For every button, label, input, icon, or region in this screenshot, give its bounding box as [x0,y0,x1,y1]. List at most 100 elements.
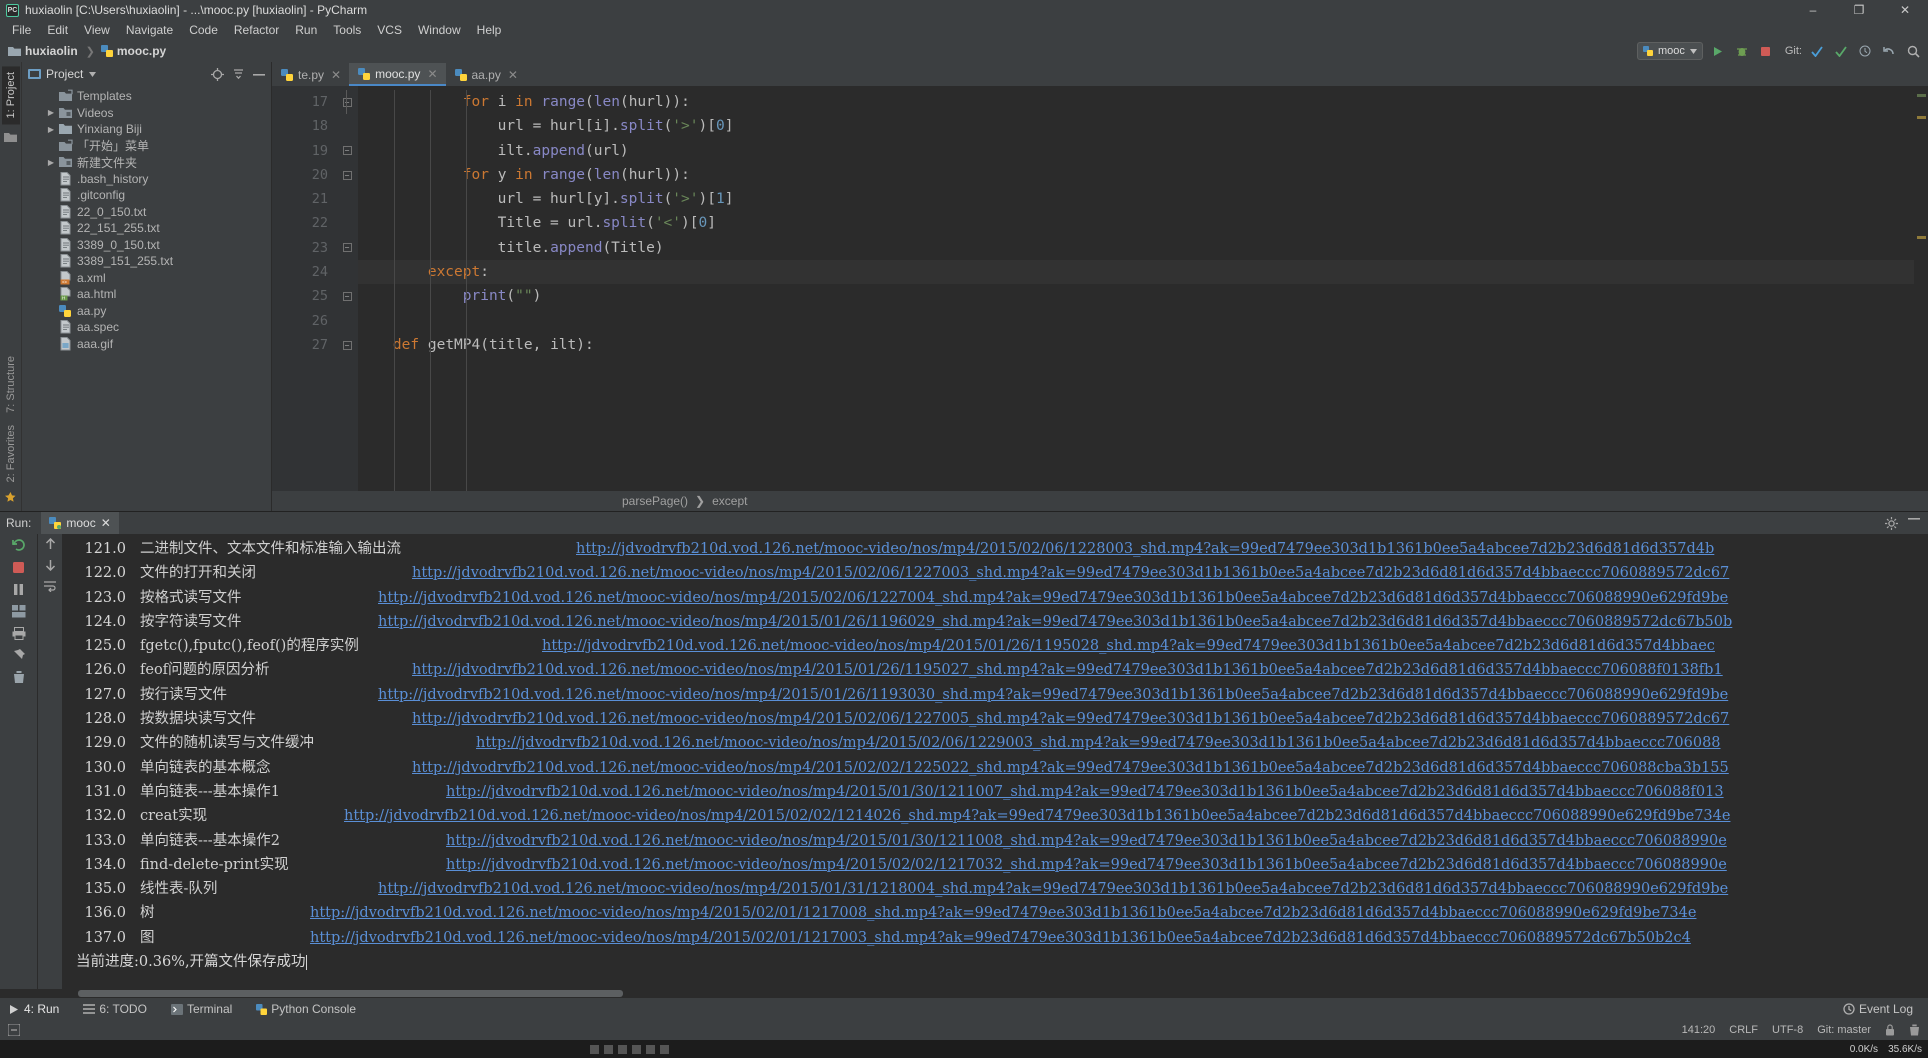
project-file-tree[interactable]: Templates ▶ Videos ▶ Yinxiang Biji 「开始」菜单 ▶ 新建文… [22,86,271,511]
editor-marker-column[interactable] [1914,86,1928,491]
run-button[interactable] [1709,42,1727,60]
line-separator[interactable]: CRLF [1729,1024,1758,1036]
close-icon[interactable]: ✕ [427,67,437,81]
run-tab-mooc[interactable]: mooc ✕ [41,512,119,534]
row-url-link[interactable]: http://jdvodrvfb210d.vod.126.net/mooc-vi… [446,829,1727,853]
code-line[interactable]: Title = url.split('<')[0] [358,211,1914,235]
console-horizontal-scrollbar[interactable] [0,989,1928,998]
status-icon[interactable] [8,1024,20,1036]
row-url-link[interactable]: http://jdvodrvfb210d.vod.126.net/mooc-vi… [412,756,1729,780]
code-folding-column[interactable]: −−−−−− [336,86,358,491]
row-url-link[interactable]: http://jdvodrvfb210d.vod.126.net/mooc-vi… [378,683,1728,707]
taskbar-app-icon[interactable] [618,1044,628,1054]
tree-item-yinxiang-biji[interactable]: ▶ Yinxiang Biji [22,121,271,138]
menu-help[interactable]: Help [469,21,510,39]
code-content[interactable]: for i in range(len(hurl)): url = hurl[i]… [358,86,1914,491]
code-editor[interactable]: 1718192021222324252627 −−−−−− for i in r… [272,86,1928,491]
menu-code[interactable]: Code [181,21,226,39]
fold-marker[interactable]: − [336,163,358,187]
debug-button[interactable] [1733,42,1751,60]
row-url-link[interactable]: http://jdvodrvfb210d.vod.126.net/mooc-vi… [412,561,1729,585]
row-url-link[interactable]: http://jdvodrvfb210d.vod.126.net/mooc-vi… [378,586,1728,610]
editor-tab-bar[interactable]: te.py ✕ mooc.py ✕ aa.py ✕ [272,62,1928,86]
tree-item-aa-spec[interactable]: aa.spec [22,319,271,336]
code-line[interactable]: for y in range(len(hurl)): [358,163,1914,187]
menu-file[interactable]: File [4,21,39,39]
tree-item-a-xml[interactable]: <> a.xml [22,270,271,287]
fold-marker[interactable]: − [336,333,358,357]
taskbar-app-icon[interactable] [632,1044,642,1054]
breadcrumb-function[interactable]: parsePage() [622,494,688,508]
sidebar-item-favorites[interactable]: 2: Favorites [3,419,19,488]
row-url-link[interactable]: http://jdvodrvfb210d.vod.126.net/mooc-vi… [378,610,1732,634]
code-line[interactable]: ilt.append(url) [358,139,1914,163]
code-line[interactable]: print("") [358,284,1914,308]
menu-tools[interactable]: Tools [325,21,369,39]
code-line[interactable]: title.append(Title) [358,236,1914,260]
row-url-link[interactable]: http://jdvodrvfb210d.vod.126.net/mooc-vi… [446,853,1727,877]
menu-refactor[interactable]: Refactor [226,21,287,39]
breadcrumb-block[interactable]: except [712,494,747,508]
pause-icon[interactable] [12,583,25,596]
row-url-link[interactable]: http://jdvodrvfb210d.vod.126.net/mooc-vi… [576,537,1714,561]
collapse-all-icon[interactable] [232,68,245,80]
menu-run[interactable]: Run [287,21,325,39]
code-line[interactable]: for i in range(len(hurl)): [358,90,1914,114]
tree-item-3389-0-150-txt[interactable]: 3389_0_150.txt [22,237,271,254]
tool-window-terminal[interactable]: Terminal [166,1002,237,1016]
row-url-link[interactable]: http://jdvodrvfb210d.vod.126.net/mooc-vi… [310,901,1696,925]
fold-marker[interactable]: − [336,139,358,163]
breadcrumb-project[interactable]: huxiaolin [8,44,78,58]
rerun-icon[interactable] [11,538,26,552]
structure-folder-icon[interactable] [4,132,17,143]
sidebar-item-structure[interactable]: 7: Structure [3,350,19,419]
run-configuration-selector[interactable]: mooc [1636,42,1703,60]
row-url-link[interactable]: http://jdvodrvfb210d.vod.126.net/mooc-vi… [378,877,1728,901]
breadcrumb-file[interactable]: mooc.py [100,44,166,58]
hide-panel-icon[interactable] [1908,517,1920,530]
event-log-button[interactable]: Event Log [1838,1002,1918,1016]
trash-icon[interactable] [1909,1024,1920,1036]
menu-vcs[interactable]: VCS [369,21,410,39]
tree-item--bash-history[interactable]: .bash_history [22,171,271,188]
search-icon[interactable] [1904,42,1922,60]
row-url-link[interactable]: http://jdvodrvfb210d.vod.126.net/mooc-vi… [310,926,1691,950]
tree-item------[interactable]: ▶ 新建文件夹 [22,154,271,171]
expand-arrow-icon[interactable]: ▶ [44,125,58,134]
lock-icon[interactable] [1885,1024,1895,1036]
tree-item-22-151-255-txt[interactable]: 22_151_255.txt [22,220,271,237]
tree-item--gitconfig[interactable]: .gitconfig [22,187,271,204]
code-line[interactable]: url = hurl[i].split('>')[0] [358,114,1914,138]
editor-tab-mooc-py[interactable]: mooc.py ✕ [349,63,446,86]
settings-gear-icon[interactable] [1885,516,1898,530]
menu-navigate[interactable]: Navigate [118,21,181,39]
file-encoding[interactable]: UTF-8 [1772,1024,1803,1036]
menu-window[interactable]: Window [410,21,469,39]
expand-arrow-icon[interactable]: ▶ [44,158,58,167]
print-icon[interactable] [12,627,26,640]
row-url-link[interactable]: http://jdvodrvfb210d.vod.126.net/mooc-vi… [412,707,1729,731]
tree-item-aaa-gif[interactable]: aaa.gif [22,336,271,353]
caret-position[interactable]: 141:20 [1682,1024,1716,1036]
tree-item-3389-151-255-txt[interactable]: 3389_151_255.txt [22,253,271,270]
run-console-output[interactable]: 121.0 二进制文件、文本文件和标准输入输出流 http://jdvodrvfb2… [62,534,1928,989]
stop-icon[interactable] [12,561,25,574]
menu-view[interactable]: View [76,21,118,39]
code-line[interactable]: def getMP4(title, ilt): [358,333,1914,357]
tool-window-todo[interactable]: 6: TODO [78,1002,152,1016]
code-line[interactable]: except: [358,260,1914,285]
code-line[interactable]: url = hurl[y].split('>')[1] [358,187,1914,211]
stop-button[interactable] [1757,42,1775,60]
git-history-button[interactable] [1856,42,1874,60]
soft-wrap-icon[interactable] [44,580,56,592]
chevron-down-icon[interactable] [89,71,97,77]
tree-item-templates[interactable]: Templates [22,88,271,105]
hide-panel-icon[interactable] [253,73,265,76]
taskbar-app-icon[interactable] [646,1044,656,1054]
expand-arrow-icon[interactable]: ▶ [44,108,58,117]
close-icon[interactable]: ✕ [101,516,111,530]
tool-window-run[interactable]: 4: Run [4,1002,64,1016]
close-icon[interactable]: ✕ [331,68,341,82]
editor-tab-aa-py[interactable]: aa.py ✕ [445,63,526,86]
pin-icon[interactable] [12,649,25,662]
